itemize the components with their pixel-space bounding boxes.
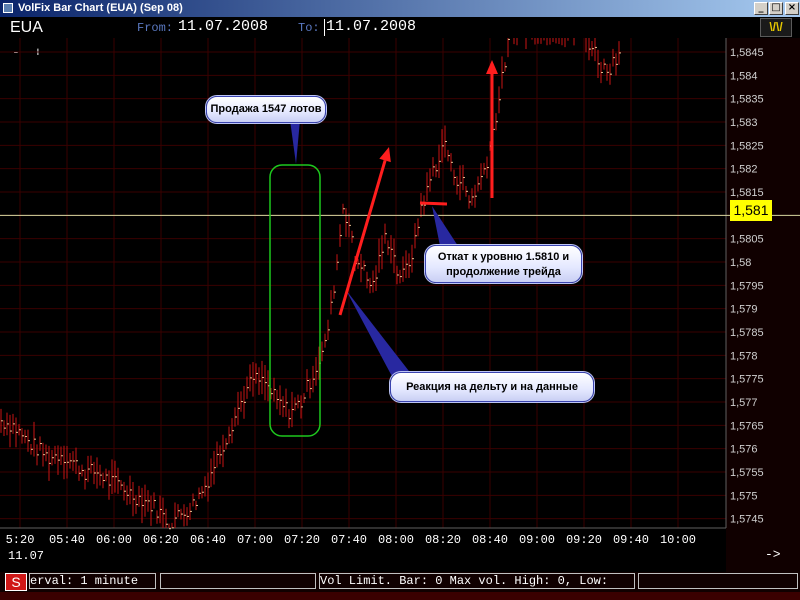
status-field-empty-2 <box>638 573 798 589</box>
price-tick-label: 1,578 <box>730 350 758 362</box>
time-tick-label: 07:40 <box>331 533 367 547</box>
pullback-callout: Откат к уровню 1.5810 и продолжение трей… <box>425 245 582 283</box>
price-tick-label: 1,579 <box>730 304 758 316</box>
scroll-right-button[interactable]: -> <box>765 547 781 562</box>
app-icon <box>3 3 13 13</box>
bottom-strip <box>0 592 800 600</box>
time-tick-label: 05:40 <box>49 533 85 547</box>
price-tick-label: 1,5825 <box>730 140 764 152</box>
window-titlebar: VolFix Bar Chart (EUA) (Sep 08) _ □ × <box>0 0 800 17</box>
from-label: From: <box>137 21 174 35</box>
price-tick-label: 1,58 <box>730 257 751 269</box>
up-arrow-continuation-head <box>486 60 498 74</box>
settings-button[interactable]: S <box>5 573 27 591</box>
maximize-button[interactable]: □ <box>769 2 783 15</box>
pullback-level-mark <box>419 201 448 206</box>
pullback-callout-line1: Откат к уровню 1.5810 и <box>437 251 570 263</box>
time-tick-label: 10:00 <box>660 533 696 547</box>
time-tick-label: 08:20 <box>425 533 461 547</box>
price-tick-label: 1,5835 <box>730 94 764 106</box>
sale-callout-text: Продажа 1547 лотов <box>210 103 322 115</box>
chart-header: EUA From: 11.07.2008 To: 11.07.2008 \/\/ <box>0 17 800 38</box>
status-field-empty-1 <box>160 573 316 589</box>
time-tick-label: 06:40 <box>190 533 226 547</box>
time-tick-label: 07:00 <box>237 533 273 547</box>
chart-mode-button[interactable]: \/\/ <box>760 18 792 37</box>
time-tick-label: 09:00 <box>519 533 555 547</box>
text-cursor <box>324 19 325 36</box>
price-chart[interactable]: 1,58451,5841,58351,5831,58251,5821,58151… <box>0 38 800 572</box>
time-tick-label: 07:20 <box>284 533 320 547</box>
price-tick-label: 1,584 <box>730 70 758 82</box>
price-tick-label: 1,5765 <box>730 420 764 432</box>
close-button[interactable]: × <box>785 2 799 15</box>
price-tick-label: 1,5785 <box>730 327 764 339</box>
symbol-label: EUA <box>10 19 43 36</box>
price-tick-label: 1,5755 <box>730 467 764 479</box>
price-tick-label: 1,576 <box>730 444 758 456</box>
price-tick-label: 1,5845 <box>730 47 764 59</box>
up-arrow-reaction-head <box>379 147 391 163</box>
current-price-label: 1,581 <box>730 200 772 221</box>
time-tick-label: 09:40 <box>613 533 649 547</box>
time-tick-label: 06:00 <box>96 533 132 547</box>
minimize-button[interactable]: _ <box>754 2 768 15</box>
to-label: To: <box>298 21 320 35</box>
price-tick-label: 1,5775 <box>730 374 764 386</box>
to-date-field[interactable]: 11.07.2008 <box>326 18 416 35</box>
price-tick-label: 1,5815 <box>730 187 764 199</box>
sale-callout: Продажа 1547 лотов <box>206 96 326 123</box>
price-tick-label: 1,5795 <box>730 280 764 292</box>
reaction-callout: Реакция на дельту и на данные <box>390 372 594 402</box>
interval-field[interactable]: erval: 1 minute <box>29 573 156 589</box>
volume-info-field: Vol Limit. Bar: 0 Max vol. High: 0, Low: <box>319 573 635 589</box>
price-tick-label: 1,577 <box>730 397 758 409</box>
time-tick-label: 08:40 <box>472 533 508 547</box>
pullback-callout-line2: продолжение трейда <box>446 266 561 278</box>
time-tick-label: 09:20 <box>566 533 602 547</box>
interval-text: erval: 1 minute <box>30 574 139 588</box>
up-arrow-reaction-shaft <box>338 160 387 316</box>
price-tick-label: 1,583 <box>730 117 758 129</box>
price-tick-label: 1,5745 <box>730 514 764 526</box>
window-title: VolFix Bar Chart (EUA) (Sep 08) <box>18 2 183 14</box>
pullback-callout-pointer <box>432 206 458 246</box>
price-tick-label: 1,5805 <box>730 234 764 246</box>
time-tick-label: 5:20 <box>6 533 35 547</box>
date-label: 11.07 <box>8 549 45 563</box>
from-date-field[interactable]: 11.07.2008 <box>178 18 268 35</box>
price-tick-label: 1,582 <box>730 164 758 176</box>
price-tick-label: 1,575 <box>730 490 758 502</box>
reaction-callout-text: Реакция на дельту и на данные <box>406 381 578 393</box>
volume-info-text: Vol Limit. Bar: 0 Max vol. High: 0, Low: <box>320 574 609 588</box>
sale-callout-pointer <box>290 120 300 164</box>
reaction-callout-pointer <box>346 290 412 382</box>
time-tick-label: 06:20 <box>143 533 179 547</box>
time-tick-label: 08:00 <box>378 533 414 547</box>
